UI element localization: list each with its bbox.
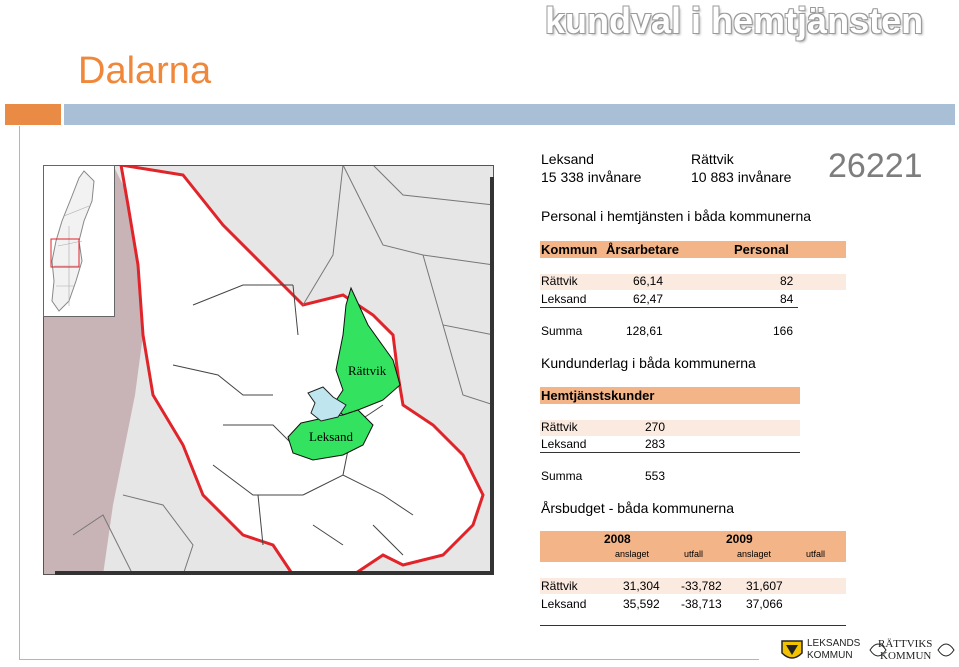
personal-row-rattvik-personal: 82	[780, 274, 794, 288]
personal-col-kommun: Kommun	[541, 242, 598, 257]
budget-row-rattvik-kommun: Rättvik	[541, 579, 578, 593]
personal-row-leksand-kommun: Leksand	[541, 292, 587, 306]
leksand-logo: LEKSANDS KOMMUN	[780, 638, 862, 664]
slide-heading: kundval i hemtjänsten	[545, 0, 924, 41]
personal-title: Personal i hemtjänsten i båda kommunerna	[541, 208, 812, 224]
kund-row-leksand-kommun: Leksand	[541, 437, 587, 451]
kundunderlag-title: Kundunderlag i båda kommunerna	[541, 355, 756, 371]
personal-row-rattvik-arsarbetare: 66,14	[633, 274, 664, 288]
personal-row-leksand-personal: 84	[780, 292, 794, 306]
budget-row-leksand-a2008: 35,592	[623, 597, 660, 611]
budget-row-leksand-kommun: Leksand	[541, 597, 587, 611]
leksand-crest-icon	[781, 640, 803, 659]
budget-row-rattvik-a2008: 31,304	[623, 579, 660, 593]
kund-sum-value: 553	[645, 469, 666, 483]
personal-col-arsarbetare: Årsarbetare	[606, 242, 679, 257]
map-label-leksand: Leksand	[309, 429, 354, 444]
kundunderlag-header: Hemtjänstskunder	[541, 388, 655, 403]
personal-sum-label: Summa	[541, 324, 583, 338]
personal-row-rattvik-kommun: Rättvik	[541, 274, 578, 288]
budget-row-leksand-a2009: 37,066	[746, 597, 783, 611]
budget-sub-anslaget-2009: anslaget	[737, 549, 772, 559]
kundunderlag-row-bg	[540, 420, 800, 436]
sweden-inset-map	[43, 165, 115, 317]
budget-row-leksand-u2008: -38,713	[681, 597, 722, 611]
personal-header-row: Kommun Årsarbetare Personal	[540, 241, 846, 258]
budget-rule	[540, 625, 846, 626]
kund-row-leksand-value: 283	[645, 437, 666, 451]
kund-row-rattvik-kommun: Rättvik	[541, 420, 578, 434]
kund-row-rattvik-value: 270	[645, 420, 666, 434]
map-label-rattvik: Rättvik	[348, 363, 387, 378]
accent-bar-orange	[5, 104, 61, 125]
personal-col-personal: Personal	[734, 242, 789, 257]
slide-title: Dalarna	[78, 50, 212, 92]
leksand-logo-line2: KOMMUN	[807, 650, 853, 661]
frame-line-left	[19, 126, 20, 660]
rattvik-logo-line2: KOMMUN	[880, 650, 932, 662]
personal-rule	[540, 307, 798, 308]
leksand-population: 15 338 invånare	[541, 169, 642, 185]
rattvik-logo: RÄTTVIKS KOMMUN	[868, 638, 956, 664]
kund-sum-label: Summa	[541, 469, 583, 483]
budget-row-rattvik-u2008: -33,782	[681, 579, 722, 593]
budget-year-2009: 2009	[726, 532, 753, 546]
budget-year-2008: 2008	[604, 532, 631, 546]
rattvik-name: Rättvik	[691, 151, 734, 167]
personal-row-leksand-arsarbetare: 62,47	[633, 292, 664, 306]
kundunderlag-header-row: Hemtjänstskunder	[540, 387, 800, 404]
budget-sub-utfall-2008: utfall	[684, 549, 704, 559]
rattvik-population: 10 883 invånare	[691, 169, 792, 185]
accent-bar-blue	[64, 104, 955, 125]
leksand-name: Leksand	[541, 151, 594, 167]
budget-header-row: 2008 2009 anslaget utfall anslaget utfal…	[540, 531, 846, 562]
budget-sub-anslaget-2008: anslaget	[615, 549, 650, 559]
rattvik-logo-line1: RÄTTVIKS	[878, 638, 933, 650]
budget-sub-utfall-2009: utfall	[806, 549, 826, 559]
personal-sum-personal: 166	[773, 324, 794, 338]
budget-row-rattvik-a2009: 31,607	[746, 579, 783, 593]
personal-row-bg	[540, 274, 846, 290]
budget-title: Årsbudget - båda kommunerna	[541, 500, 734, 516]
frame-line-bottom	[19, 659, 759, 660]
kundunderlag-rule	[540, 452, 800, 453]
municipality-code: 26221	[828, 147, 923, 185]
leksand-logo-line1: LEKSANDS	[807, 638, 861, 649]
personal-sum-arsarbetare: 128,61	[626, 324, 663, 338]
